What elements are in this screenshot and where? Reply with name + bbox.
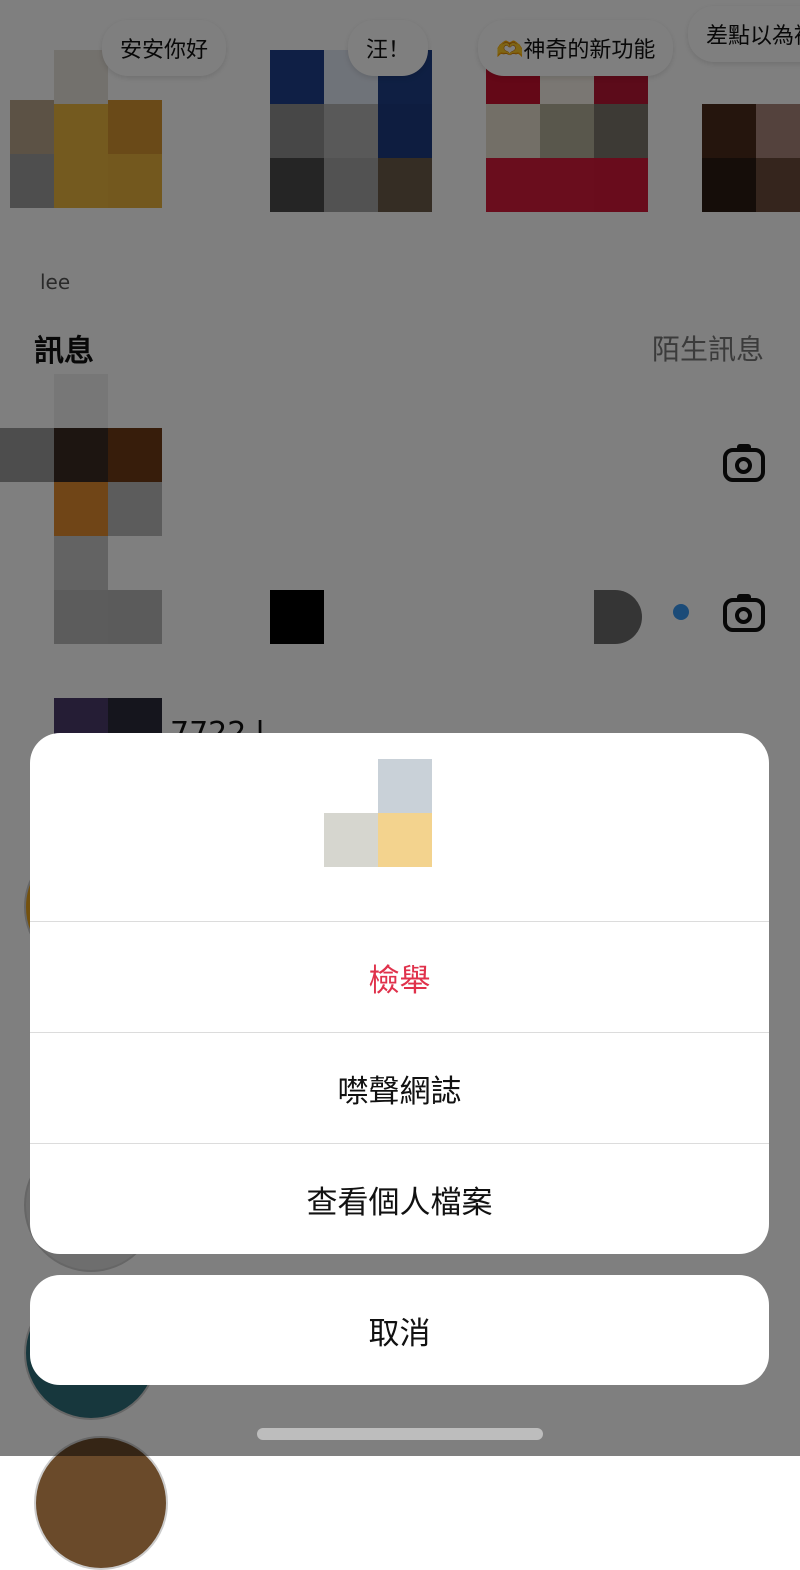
avatar — [324, 759, 432, 867]
home-indicator[interactable] — [257, 1428, 543, 1440]
view-profile-button[interactable]: 查看個人檔案 — [30, 1144, 769, 1254]
cancel-button[interactable]: 取消 — [30, 1275, 769, 1385]
report-button[interactable]: 檢舉 — [30, 922, 769, 1032]
action-sheet: 檢舉 噤聲網誌 查看個人檔案 — [30, 733, 769, 1254]
action-sheet-header — [30, 733, 769, 921]
avatar — [34, 1436, 168, 1570]
mute-notes-button[interactable]: 噤聲網誌 — [30, 1033, 769, 1143]
